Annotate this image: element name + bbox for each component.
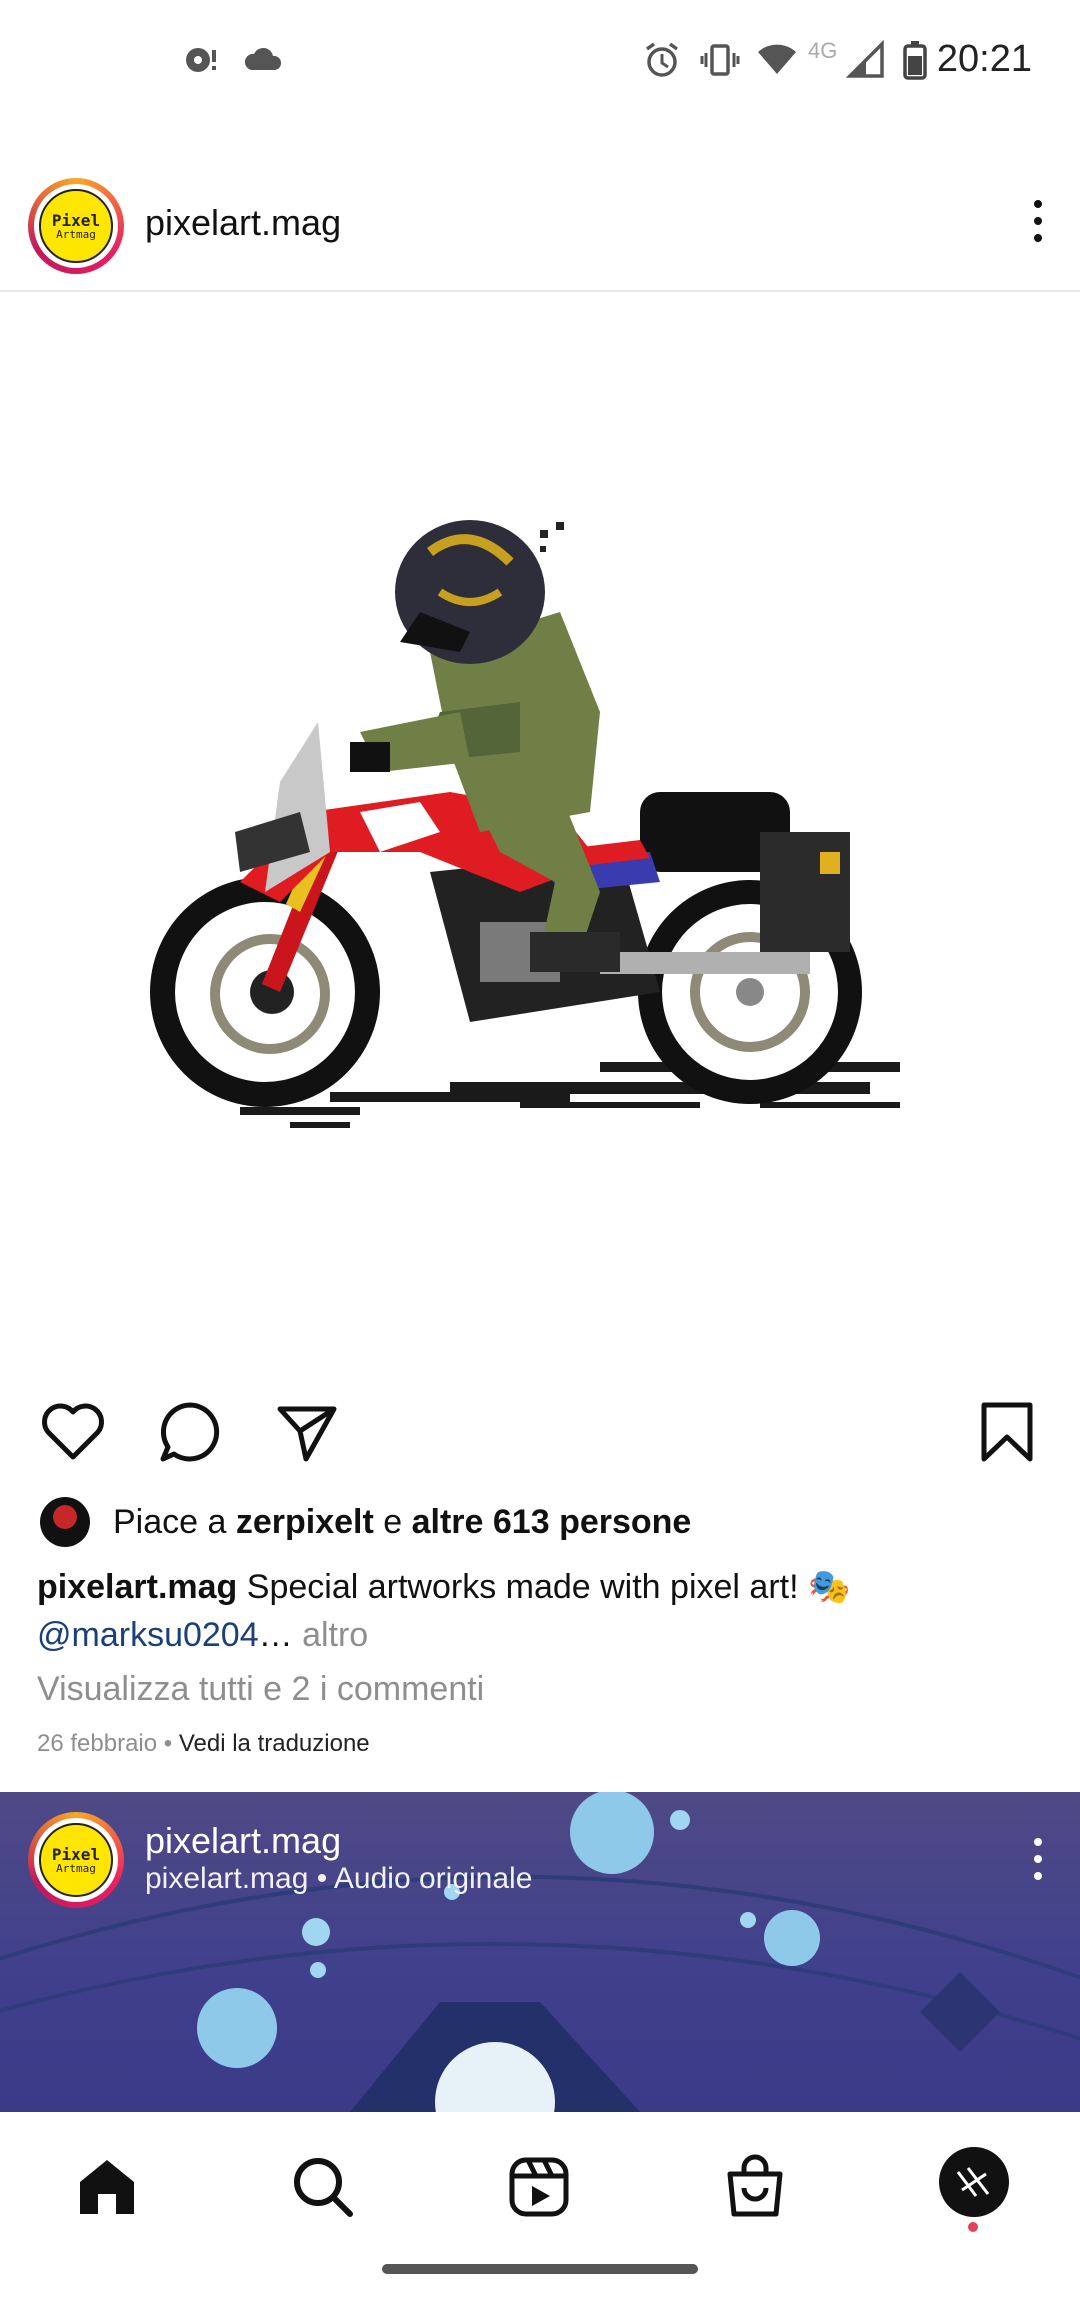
avatar-logo-line2: Artmag	[56, 227, 96, 241]
vibrate-icon	[700, 44, 740, 76]
battery-icon	[903, 41, 927, 80]
see-translation-link[interactable]: Vedi la traduzione	[179, 1730, 370, 1757]
post-header: Pixel Artmag pixelart.mag	[0, 160, 1080, 292]
network-type: 4G	[808, 38, 838, 63]
comment-icon[interactable]	[155, 1397, 225, 1467]
post-username[interactable]: pixelart.mag	[145, 202, 341, 244]
meta-separator: •	[157, 1730, 179, 1757]
post-meta: 26 febbraio • Vedi la traduzione	[37, 1730, 370, 1758]
next-post-username[interactable]: pixelart.mag	[145, 1820, 341, 1862]
next-post-audio[interactable]: pixelart.mag • Audio originale	[145, 1862, 532, 1896]
next-post-more-icon[interactable]	[1026, 1838, 1050, 1888]
likes-user[interactable]: zerpixelt	[236, 1503, 374, 1541]
next-post-avatar[interactable]: Pixel Artmag	[28, 1812, 124, 1908]
caption-text: Special artworks made with pixel art! 🎭	[246, 1568, 851, 1606]
share-send-icon[interactable]	[272, 1397, 342, 1467]
bottom-navigation	[0, 2112, 1080, 2300]
cloud-icon	[244, 47, 282, 70]
media-icon	[186, 48, 216, 72]
gesture-home-bar[interactable]	[382, 2264, 698, 2274]
shop-icon[interactable]	[720, 2152, 790, 2222]
post-actions	[0, 1385, 1080, 1485]
like-heart-icon[interactable]	[38, 1397, 108, 1467]
pixel-art-motorcycle-illustration	[150, 520, 900, 1128]
likes-middle: e	[373, 1503, 412, 1541]
profile-avatar[interactable]	[938, 2146, 1010, 2218]
likes-others[interactable]: altre 613 persone	[412, 1503, 692, 1541]
more-options-icon[interactable]	[1026, 200, 1050, 250]
caption-mention[interactable]: @marksu0204	[37, 1616, 259, 1654]
save-bookmark-icon[interactable]	[972, 1397, 1042, 1467]
view-all-comments-link[interactable]: Visualizza tutti e 2 i commenti	[37, 1670, 484, 1709]
wifi-icon	[758, 44, 796, 74]
post-image[interactable]	[0, 292, 1080, 1372]
likes-summary[interactable]: Piace a zerpixelt e altre 613 persone	[40, 1495, 1040, 1551]
likes-prefix: Piace a	[113, 1503, 236, 1541]
status-bar: 4G 20:21	[0, 0, 1080, 120]
signal-icon	[846, 40, 884, 78]
next-post[interactable]: Pixel Artmag pixelart.mag pixelart.mag •…	[0, 1792, 1080, 2112]
next-avatar-logo-line2: Artmag	[56, 1861, 96, 1875]
avatar-logo-line1: Pixel	[51, 210, 101, 230]
liker-avatar	[40, 1497, 90, 1547]
notification-dot	[968, 2222, 978, 2232]
search-icon[interactable]	[288, 2152, 358, 2222]
caption-ellipsis: …	[258, 1616, 293, 1654]
caption-more-link[interactable]: altro	[302, 1616, 368, 1654]
next-avatar-logo-line1: Pixel	[51, 1844, 101, 1864]
author-avatar[interactable]: Pixel Artmag	[28, 178, 124, 274]
alarm-icon	[645, 42, 679, 77]
post-date: 26 febbraio	[37, 1730, 158, 1757]
likes-text: Piace a zerpixelt e altre 613 persone	[113, 1503, 691, 1542]
caption-username[interactable]: pixelart.mag	[37, 1568, 237, 1606]
post-caption: pixelart.mag Special artworks made with …	[37, 1563, 1047, 1659]
home-icon[interactable]	[72, 2152, 142, 2222]
reels-icon[interactable]	[504, 2152, 574, 2222]
clock: 20:21	[936, 38, 1032, 80]
